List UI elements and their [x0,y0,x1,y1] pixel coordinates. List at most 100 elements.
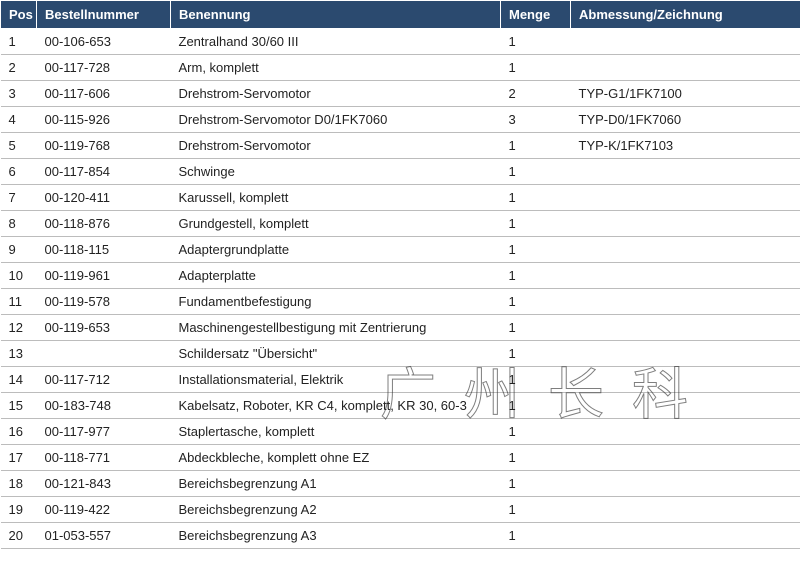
cell-qty: 2 [501,81,571,107]
cell-dim: TYP-D0/1FK7060 [571,107,800,133]
cell-name: Installationsmaterial, Elektrik [171,367,501,393]
cell-qty: 1 [501,471,571,497]
cell-pos: 18 [1,471,37,497]
cell-dim: TYP-K/1FK7103 [571,133,800,159]
cell-name: Drehstrom-Servomotor [171,133,501,159]
cell-dim [571,341,800,367]
header-dim: Abmessung/Zeichnung [571,1,800,29]
table-row: 1100-119-578Fundamentbefestigung1 [1,289,800,315]
cell-qty: 1 [501,445,571,471]
cell-order: 01-053-557 [37,523,171,549]
table-row: 300-117-606Drehstrom-Servomotor2TYP-G1/1… [1,81,800,107]
cell-pos: 11 [1,289,37,315]
cell-name: Drehstrom-Servomotor [171,81,501,107]
cell-dim [571,523,800,549]
cell-name: Kabelsatz, Roboter, KR C4, komplett, KR … [171,393,501,419]
cell-qty: 1 [501,341,571,367]
cell-pos: 5 [1,133,37,159]
cell-pos: 9 [1,237,37,263]
cell-name: Staplertasche, komplett [171,419,501,445]
table-row: 2001-053-557Bereichsbegrenzung A31 [1,523,800,549]
table-row: 1800-121-843Bereichsbegrenzung A11 [1,471,800,497]
cell-pos: 1 [1,29,37,55]
table-row: 13Schildersatz "Übersicht"1 [1,341,800,367]
cell-name: Fundamentbefestigung [171,289,501,315]
cell-qty: 1 [501,419,571,445]
cell-name: Abdeckbleche, komplett ohne EZ [171,445,501,471]
header-qty: Menge [501,1,571,29]
table-row: 1700-118-771Abdeckbleche, komplett ohne … [1,445,800,471]
cell-order: 00-118-876 [37,211,171,237]
cell-order [37,341,171,367]
cell-pos: 12 [1,315,37,341]
cell-qty: 1 [501,133,571,159]
cell-pos: 6 [1,159,37,185]
cell-qty: 1 [501,367,571,393]
cell-qty: 1 [501,263,571,289]
cell-order: 00-117-854 [37,159,171,185]
cell-order: 00-119-422 [37,497,171,523]
cell-order: 00-115-926 [37,107,171,133]
table-row: 700-120-411Karussell, komplett1 [1,185,800,211]
cell-qty: 1 [501,393,571,419]
cell-order: 00-118-771 [37,445,171,471]
cell-name: Maschinengestellbestigung mit Zentrierun… [171,315,501,341]
cell-dim [571,315,800,341]
cell-qty: 1 [501,289,571,315]
table-row: 1900-119-422Bereichsbegrenzung A21 [1,497,800,523]
cell-qty: 1 [501,185,571,211]
cell-pos: 4 [1,107,37,133]
cell-order: 00-119-653 [37,315,171,341]
header-name: Benennung [171,1,501,29]
cell-dim [571,367,800,393]
cell-name: Bereichsbegrenzung A3 [171,523,501,549]
cell-pos: 19 [1,497,37,523]
cell-qty: 1 [501,55,571,81]
cell-order: 00-106-653 [37,29,171,55]
cell-qty: 1 [501,523,571,549]
table-row: 600-117-854Schwinge1 [1,159,800,185]
cell-pos: 8 [1,211,37,237]
cell-name: Arm, komplett [171,55,501,81]
cell-qty: 1 [501,211,571,237]
cell-qty: 1 [501,159,571,185]
cell-dim [571,419,800,445]
table-row: 800-118-876Grundgestell, komplett1 [1,211,800,237]
table-row: 1400-117-712Installationsmaterial, Elekt… [1,367,800,393]
cell-order: 00-119-768 [37,133,171,159]
cell-order: 00-117-712 [37,367,171,393]
cell-dim [571,445,800,471]
cell-pos: 15 [1,393,37,419]
cell-dim [571,263,800,289]
cell-order: 00-117-606 [37,81,171,107]
cell-order: 00-119-961 [37,263,171,289]
cell-order: 00-120-411 [37,185,171,211]
table-row: 1500-183-748Kabelsatz, Roboter, KR C4, k… [1,393,800,419]
cell-dim [571,55,800,81]
cell-dim [571,211,800,237]
table-row: 500-119-768Drehstrom-Servomotor1TYP-K/1F… [1,133,800,159]
cell-qty: 1 [501,315,571,341]
cell-pos: 20 [1,523,37,549]
cell-name: Adapterplatte [171,263,501,289]
table-row: 1600-117-977Staplertasche, komplett1 [1,419,800,445]
cell-name: Adaptergrundplatte [171,237,501,263]
cell-dim [571,289,800,315]
cell-name: Schwinge [171,159,501,185]
cell-order: 00-117-728 [37,55,171,81]
cell-pos: 10 [1,263,37,289]
cell-dim [571,393,800,419]
cell-pos: 7 [1,185,37,211]
cell-name: Karussell, komplett [171,185,501,211]
cell-pos: 2 [1,55,37,81]
table-row: 400-115-926Drehstrom-Servomotor D0/1FK70… [1,107,800,133]
cell-dim [571,185,800,211]
table-row: 1000-119-961Adapterplatte1 [1,263,800,289]
cell-qty: 1 [501,237,571,263]
cell-dim [571,497,800,523]
parts-table: Pos Bestellnummer Benennung Menge Abmess… [0,0,800,549]
table-row: 200-117-728Arm, komplett1 [1,55,800,81]
cell-name: Bereichsbegrenzung A1 [171,471,501,497]
cell-order: 00-121-843 [37,471,171,497]
cell-qty: 3 [501,107,571,133]
